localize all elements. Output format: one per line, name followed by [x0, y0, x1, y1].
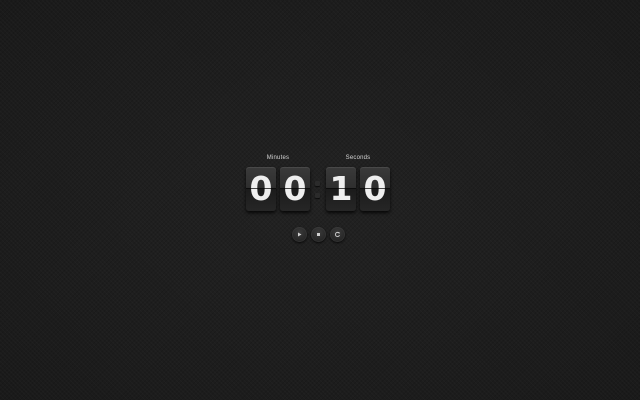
seconds-label: Seconds	[345, 155, 371, 161]
minutes-tens-digit: 0	[246, 167, 276, 211]
countdown-timer: Minutes Seconds 0 0 1 0	[244, 155, 394, 215]
seconds-tens-digit: 1	[326, 167, 356, 211]
reset-icon	[335, 231, 340, 237]
seconds-ones-digit: 0	[360, 167, 390, 211]
minutes-label: Minutes	[266, 155, 290, 161]
stop-button[interactable]	[311, 227, 326, 242]
stop-icon	[317, 233, 320, 236]
colon-dot-bottom	[315, 193, 320, 198]
play-icon	[298, 232, 302, 237]
play-button[interactable]	[292, 227, 307, 242]
minutes-ones-digit: 0	[280, 167, 310, 211]
colon-separator	[315, 179, 320, 201]
timer-controls	[291, 227, 351, 243]
colon-dot-top	[315, 181, 320, 186]
reset-button[interactable]	[330, 227, 345, 242]
